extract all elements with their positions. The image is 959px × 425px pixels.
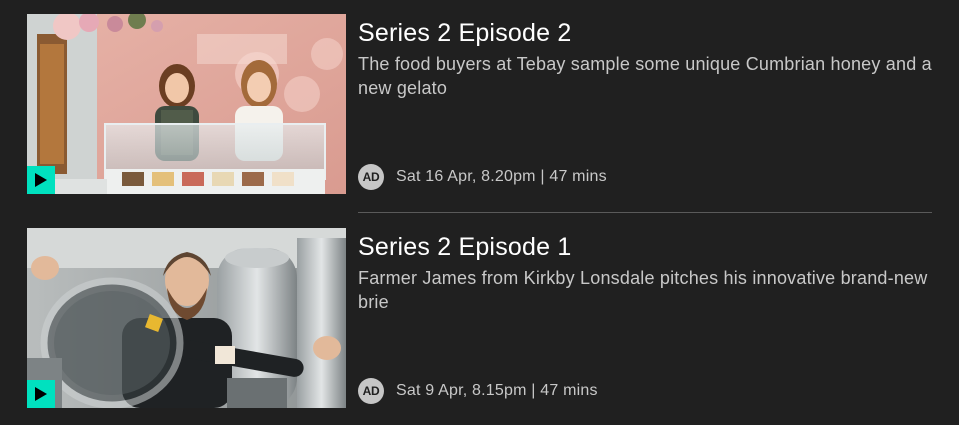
broadcast-info: Sat 9 Apr, 8.15pm | 47 mins bbox=[396, 382, 598, 399]
two-women-at-gelato-counter-image bbox=[27, 14, 346, 194]
episode-meta: AD Sat 16 Apr, 8.20pm | 47 mins bbox=[358, 164, 607, 190]
episode-description: Farmer James from Kirkby Lonsdale pitche… bbox=[358, 268, 928, 312]
episode-info: Series 2 Episode 1 Farmer James from Kir… bbox=[358, 228, 932, 408]
episode-meta: AD Sat 9 Apr, 8.15pm | 47 mins bbox=[358, 378, 598, 404]
episode-thumbnail[interactable] bbox=[27, 14, 346, 194]
broadcast-info: Sat 16 Apr, 8.20pm | 47 mins bbox=[396, 168, 607, 185]
episode-thumbnail[interactable] bbox=[27, 228, 346, 408]
episode-title[interactable]: Series 2 Episode 1 bbox=[358, 232, 571, 262]
audio-description-icon: AD bbox=[358, 378, 384, 404]
play-icon bbox=[35, 173, 47, 187]
audio-description-icon: AD bbox=[358, 164, 384, 190]
episode-title[interactable]: Series 2 Episode 2 bbox=[358, 18, 571, 48]
episode-info: Series 2 Episode 2 The food buyers at Te… bbox=[358, 14, 932, 194]
episode-item[interactable]: Series 2 Episode 2 The food buyers at Te… bbox=[27, 14, 932, 194]
episode-item[interactable]: Series 2 Episode 1 Farmer James from Kir… bbox=[27, 228, 932, 408]
episode-description: The food buyers at Tebay sample some uni… bbox=[358, 54, 932, 98]
episode-list: Series 2 Episode 2 The food buyers at Te… bbox=[0, 0, 959, 425]
play-button[interactable] bbox=[27, 380, 55, 408]
divider bbox=[358, 212, 932, 213]
play-icon bbox=[35, 387, 47, 401]
man-with-cheese-vat-image bbox=[27, 228, 346, 408]
play-button[interactable] bbox=[27, 166, 55, 194]
